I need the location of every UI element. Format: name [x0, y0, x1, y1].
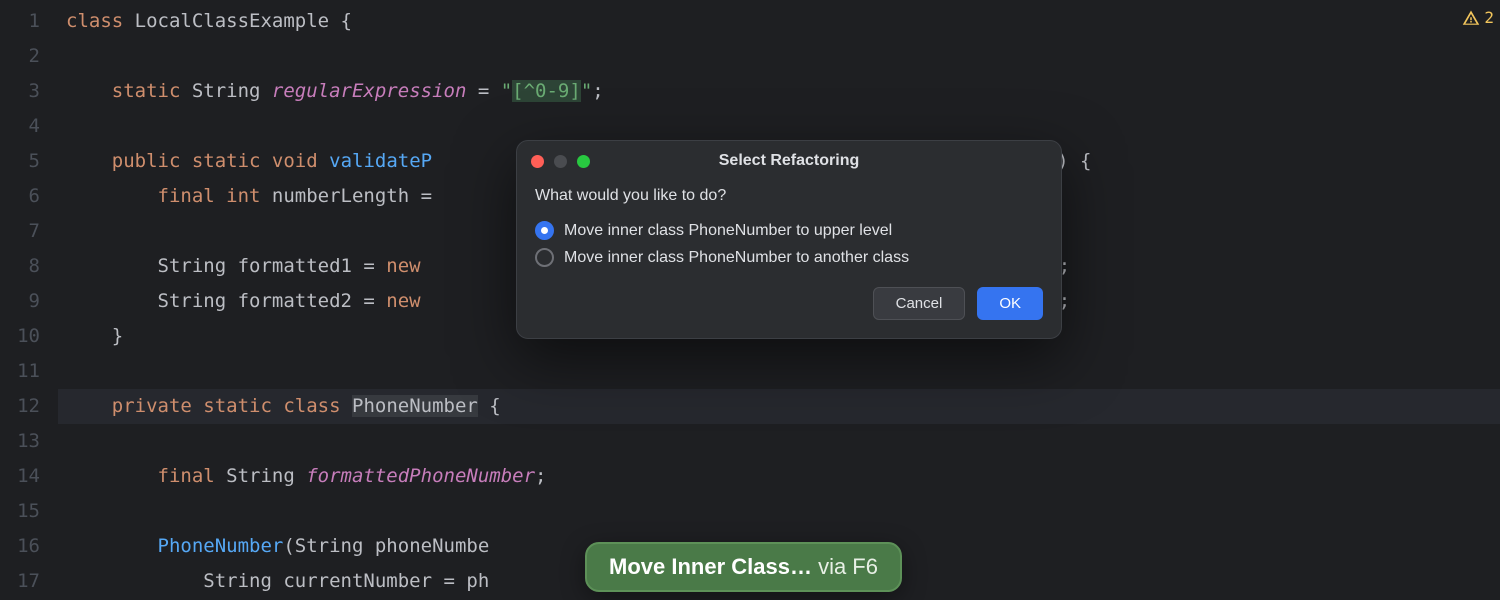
line-number: 16: [0, 529, 40, 564]
line-number: 15: [0, 494, 40, 529]
refactoring-dialog: Select Refactoring What would you like t…: [516, 140, 1062, 339]
line-number: 8: [0, 249, 40, 284]
line-number: 6: [0, 179, 40, 214]
dialog-title: Select Refactoring: [517, 152, 1061, 170]
line-number: 12: [0, 389, 40, 424]
line-number: 14: [0, 459, 40, 494]
line-number: 13: [0, 424, 40, 459]
action-hint-pill: Move Inner Class… via F6: [585, 542, 902, 592]
warning-badge[interactable]: 2: [1462, 8, 1494, 27]
radio-icon[interactable]: [535, 221, 554, 240]
dialog-titlebar[interactable]: Select Refactoring: [517, 141, 1061, 181]
line-number: 5: [0, 144, 40, 179]
line-number: 4: [0, 109, 40, 144]
warning-icon: [1462, 9, 1480, 27]
code-line[interactable]: private static class PhoneNumber {: [58, 389, 1500, 424]
cancel-button[interactable]: Cancel: [873, 287, 966, 320]
radio-option-upper-level[interactable]: Move inner class PhoneNumber to upper le…: [535, 217, 1043, 244]
hint-action: Move Inner Class…: [609, 554, 812, 579]
line-number: 11: [0, 354, 40, 389]
code-line[interactable]: [58, 494, 1500, 529]
code-line[interactable]: class LocalClassExample {: [58, 4, 1500, 39]
code-line[interactable]: [58, 424, 1500, 459]
minimize-icon[interactable]: [554, 155, 567, 168]
code-line[interactable]: static String regularExpression = "[^0-9…: [58, 74, 1500, 109]
radio-label: Move inner class PhoneNumber to upper le…: [564, 222, 892, 240]
line-number: 2: [0, 39, 40, 74]
close-icon[interactable]: [531, 155, 544, 168]
line-number: 1: [0, 4, 40, 39]
code-line[interactable]: [58, 109, 1500, 144]
line-number-gutter: 1 2 3 4 5 6 7 8 9 10 11 12 13 14 15 16 1…: [0, 0, 58, 600]
ok-button[interactable]: OK: [977, 287, 1043, 320]
maximize-icon[interactable]: [577, 155, 590, 168]
dialog-body: What would you like to do? Move inner cl…: [517, 181, 1061, 338]
window-controls: [531, 155, 590, 168]
radio-option-another-class[interactable]: Move inner class PhoneNumber to another …: [535, 244, 1043, 271]
code-line[interactable]: [58, 354, 1500, 389]
line-number: 10: [0, 319, 40, 354]
radio-icon[interactable]: [535, 248, 554, 267]
warning-count: 2: [1484, 8, 1494, 27]
radio-label: Move inner class PhoneNumber to another …: [564, 249, 909, 267]
line-number: 7: [0, 214, 40, 249]
line-number: 3: [0, 74, 40, 109]
dialog-buttons: Cancel OK: [535, 287, 1043, 320]
line-number: 9: [0, 284, 40, 319]
code-line[interactable]: final String formattedPhoneNumber;: [58, 459, 1500, 494]
hint-shortcut: via F6: [812, 554, 878, 579]
line-number: 17: [0, 564, 40, 599]
dialog-prompt: What would you like to do?: [535, 187, 1043, 205]
code-line[interactable]: [58, 39, 1500, 74]
